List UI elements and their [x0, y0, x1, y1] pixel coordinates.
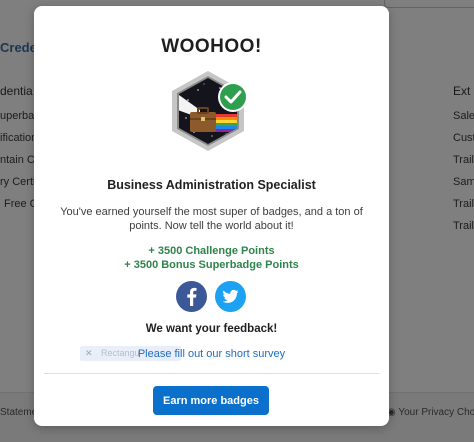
bonus-points: + 3500 Bonus Superbadge Points	[124, 259, 299, 271]
points-summary: + 3500 Challenge Points + 3500 Bonus Sup…	[34, 244, 389, 272]
badge-name: Business Administration Specialist	[107, 178, 316, 192]
earn-more-badges-button[interactable]: Earn more badges	[153, 386, 269, 415]
divider	[44, 373, 379, 374]
congrats-message: You've earned yourself the most super of…	[60, 206, 363, 232]
facebook-icon	[187, 287, 197, 306]
twitter-share-button[interactable]	[215, 281, 246, 312]
badge-earned-modal: WOOHOO! Business Administration Speciali…	[34, 6, 389, 426]
survey-link[interactable]: Please fill out our short survey	[34, 348, 389, 360]
facebook-share-button[interactable]	[176, 281, 207, 312]
twitter-icon	[222, 289, 239, 303]
feedback-heading: We want your feedback!	[145, 323, 278, 335]
modal-title: WOOHOO!	[161, 36, 262, 57]
challenge-points: + 3500 Challenge Points	[148, 245, 275, 257]
superbadge-briefcase-icon	[168, 70, 256, 164]
